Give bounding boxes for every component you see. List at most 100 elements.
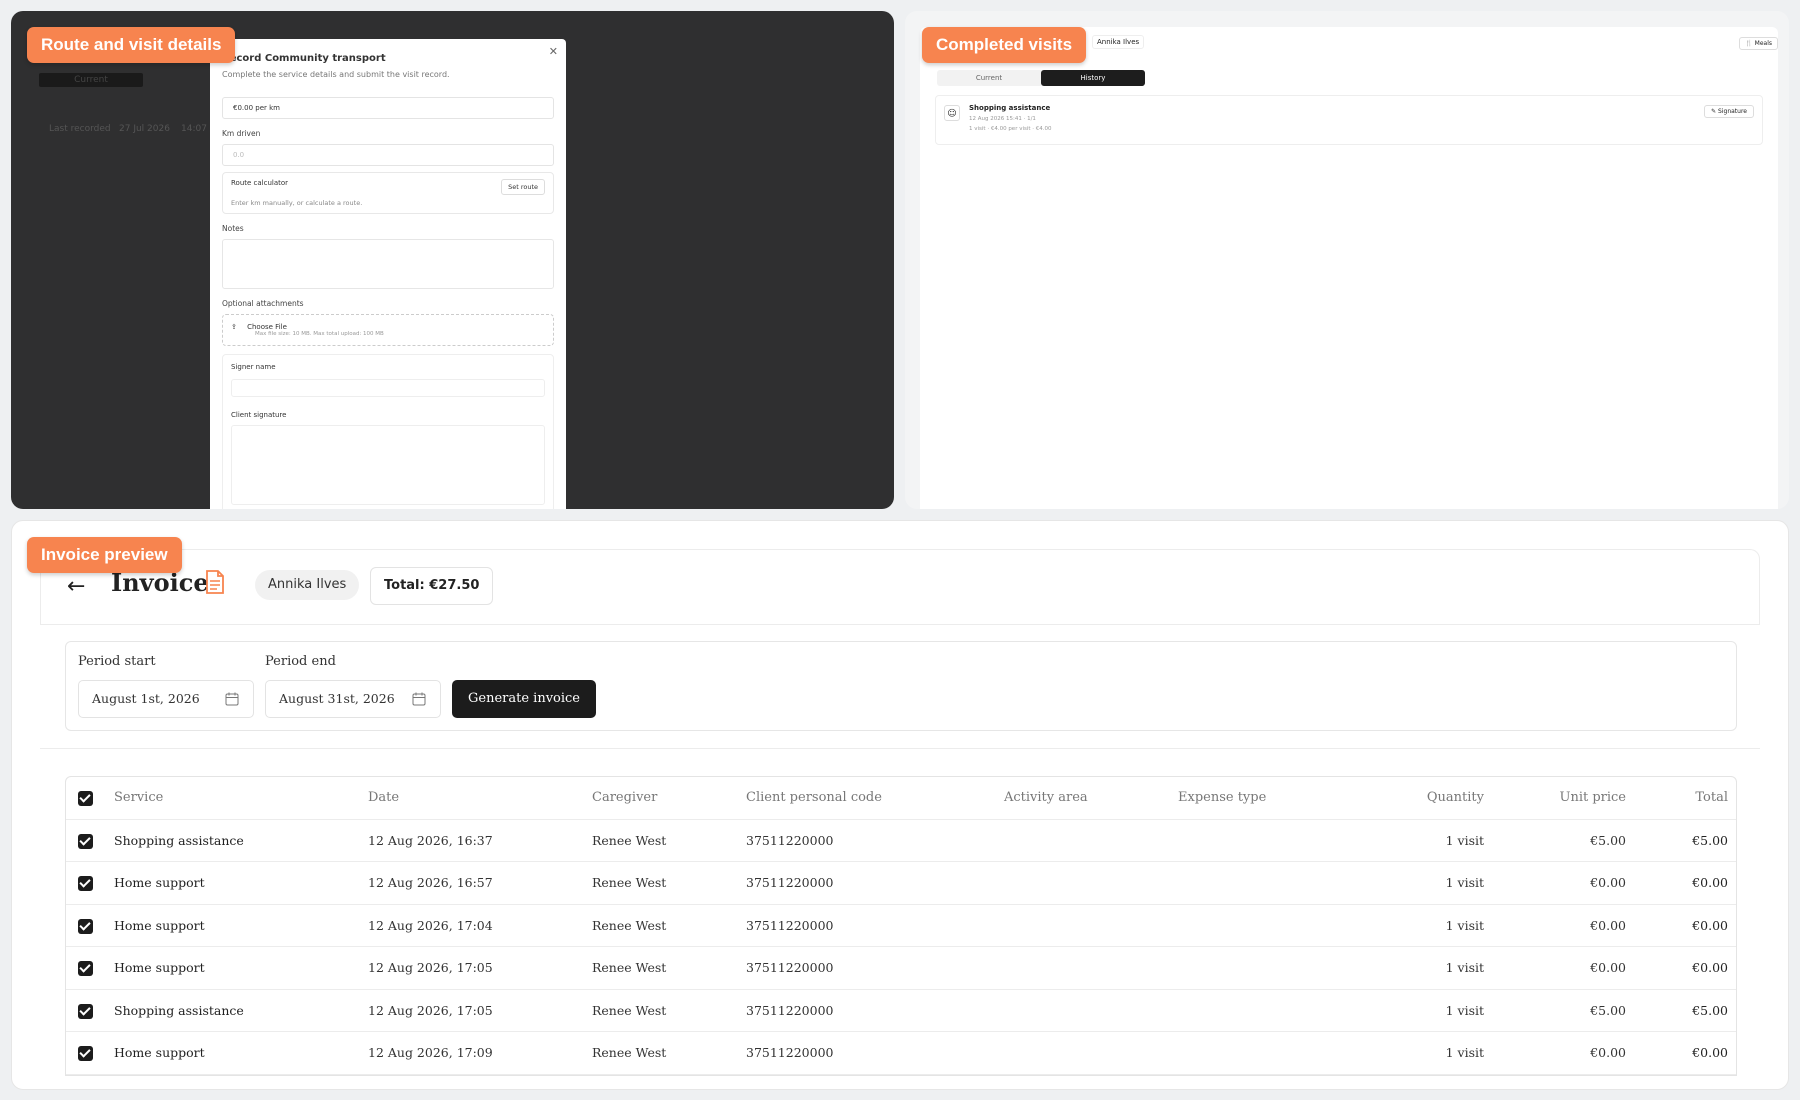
calendar-icon [412,692,426,706]
row-date: 12 Aug 2026, 16:57 [368,875,493,890]
period-start-input[interactable]: August 1st, 2026 [78,680,254,718]
file-upload[interactable]: ⇪ Choose File Max file size: 10 MB. Max … [222,314,554,346]
tab-current[interactable]: Current [937,70,1041,86]
col-expense-type: Expense type [1178,790,1267,805]
signature-label: Signature [1718,108,1747,115]
table-row[interactable]: Home support 12 Aug 2026, 17:05 Renee West… [66,947,1736,990]
panel-badge: Invoice preview [27,537,182,573]
period-end-label: Period end [265,654,336,669]
period-start-value: August 1st, 2026 [92,691,200,706]
row-checkbox[interactable] [78,833,93,849]
back-arrow-icon[interactable]: ← [67,574,85,599]
meals-button[interactable]: 🍴 Meals [1739,37,1778,50]
modal-title: Record Community transport [222,53,386,64]
period-filters: Period start August 1st, 2026 Period end… [65,641,1737,731]
row-date: 12 Aug 2026, 17:05 [368,960,493,975]
row-service: Home support [114,1045,205,1060]
route-visit-panel: Route and visit details Current Last rec… [11,11,894,509]
row-total: €0.00 [1692,960,1728,975]
row-total: €0.00 [1692,1045,1728,1060]
route-calculator: Set route Route calculator Enter km manu… [222,172,554,214]
period-end-input[interactable]: August 31st, 2026 [265,680,441,718]
upload-icon: ⇪ [231,323,237,331]
row-total: €5.00 [1692,832,1728,848]
row-service: Home support [114,917,205,933]
row-caregiver: Renee West [592,1045,667,1060]
row-personal-code: 37511220000 [746,832,834,848]
row-checkbox[interactable] [78,918,93,934]
row-total: €5.00 [1692,1002,1728,1018]
row-date: 12 Aug 2026, 16:37 [368,832,493,848]
tab-history[interactable]: History [1041,70,1145,86]
table-row[interactable]: Home support 12 Aug 2026, 17:09 Renee West… [66,1032,1736,1075]
document-icon [206,570,224,594]
row-quantity: 1 visit [1445,917,1484,933]
table-header: Service Date Caregiver Client personal c… [66,777,1736,820]
table-row[interactable]: Home support 12 Aug 2026, 17:04 Renee West… [66,905,1736,947]
select-all-checkbox[interactable] [78,791,93,806]
client-chip: Annika Ilves [1092,35,1145,49]
generate-invoice-button[interactable]: Generate invoice [452,680,596,718]
row-checkbox[interactable] [78,876,93,891]
row-unit-price: €5.00 [1590,1002,1626,1018]
visit-title: Shopping assistance [969,104,1051,112]
set-route-button[interactable]: Set route [501,179,545,195]
attachments-label: Optional attachments [222,299,304,308]
table-row[interactable]: Home support 12 Aug 2026, 16:57 Renee West… [66,862,1736,905]
row-checkbox[interactable] [78,1046,93,1061]
row-total: €0.00 [1692,917,1728,933]
col-date: Date [368,790,400,805]
route-hint: Enter km manually, or calculate a route. [231,199,363,207]
calendar-icon [225,692,239,706]
choose-file-label: Choose File [247,323,287,331]
row-checkbox[interactable] [78,961,93,976]
col-personal-code: Client personal code [746,790,882,805]
client-chip: Annika Ilves [255,570,360,600]
row-personal-code: 37511220000 [746,960,834,975]
signature-label: Client signature [231,411,287,419]
person-icon: ☺ [944,105,960,121]
km-input[interactable]: 0.0 [222,144,554,166]
row-unit-price: €0.00 [1590,1045,1626,1060]
row-checkbox[interactable] [78,1003,93,1019]
col-activity-area: Activity area [1004,790,1088,805]
row-personal-code: 37511220000 [746,1045,834,1060]
invoice-panel: ← Invoice Annika Ilves Total: €27.50 Per… [11,520,1789,1090]
row-quantity: 1 visit [1445,1045,1484,1060]
bg-time: 14:07 [181,124,207,134]
panel-badge: Completed visits [922,27,1087,63]
bg-last-recorded: Last recorded [49,124,111,134]
notes-label: Notes [222,224,244,233]
row-unit-price: €0.00 [1590,917,1626,933]
meals-label: Meals [1754,40,1772,47]
row-caregiver: Renee West [592,875,667,890]
row-quantity: 1 visit [1445,832,1484,848]
row-personal-code: 37511220000 [746,1002,834,1018]
invoice-table: Service Date Caregiver Client personal c… [65,776,1737,1076]
visit-meta: 12 Aug 2026 15:41 · 1/1 [969,116,1036,122]
row-unit-price: €0.00 [1590,875,1626,890]
visit-tabs: Current History [937,70,1145,86]
close-icon[interactable]: ✕ [549,45,558,58]
row-date: 12 Aug 2026, 17:05 [368,1002,493,1018]
signature-pad[interactable] [231,425,545,505]
utensils-icon: 🍴 [1745,40,1753,47]
notes-textarea[interactable] [222,239,554,289]
signer-input[interactable] [231,379,545,397]
pen-icon: ✎ [1711,108,1717,115]
table-row[interactable]: Shopping assistance 12 Aug 2026, 17:05 Ren… [66,990,1736,1032]
invoice-total: Total: €27.50 [370,567,494,605]
record-visit-modal: ✕ Record Community transport Complete th… [210,39,566,509]
row-caregiver: Renee West [592,1002,667,1018]
row-unit-price: €5.00 [1590,832,1626,848]
row-service: Shopping assistance [114,832,244,848]
table-row[interactable]: Shopping assistance 12 Aug 2026, 16:37 Ren… [66,820,1736,862]
file-hint: Max file size: 10 MB. Max total upload: … [255,331,384,337]
period-start-label: Period start [78,654,156,669]
row-unit-price: €0.00 [1590,960,1626,975]
row-caregiver: Renee West [592,960,667,975]
signature-button[interactable]: ✎ Signature [1704,105,1754,118]
visit-price: 1 visit · €4.00 per visit · €4.00 [969,126,1052,132]
row-personal-code: 37511220000 [746,875,834,890]
visit-card: ☺ Shopping assistance 12 Aug 2026 15:41 … [935,95,1763,145]
